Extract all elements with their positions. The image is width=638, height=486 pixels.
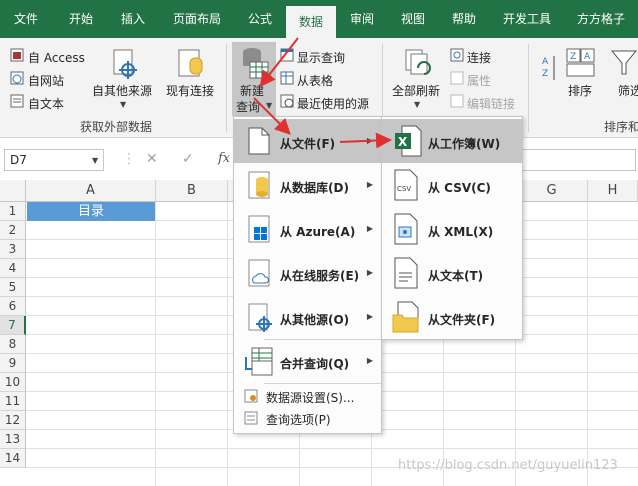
annotation-arrow: [253, 97, 291, 135]
annotation-arrows: [253, 37, 392, 149]
watermark: https://blog.csdn.net/guyuelin123: [398, 458, 618, 473]
annotation-arrow: [259, 37, 299, 88]
annotation-arrow: [339, 132, 392, 149]
